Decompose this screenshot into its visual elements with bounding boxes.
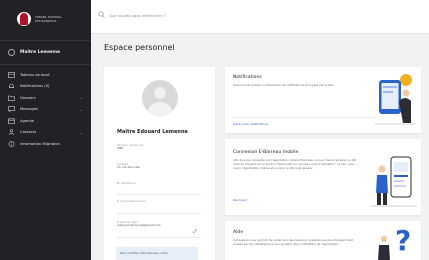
divider bbox=[117, 237, 201, 238]
sidebar-item-label: Information Migration bbox=[20, 141, 60, 146]
mobile-connection-illustration bbox=[371, 156, 417, 207]
search-icon[interactable] bbox=[98, 11, 105, 18]
sidebar-item-label: Contacts bbox=[20, 130, 37, 135]
sidebar-item-information-migration[interactable]: Information Migration bbox=[0, 138, 91, 150]
page-title: Espace personnel bbox=[104, 43, 175, 52]
profile-card: Maître Edouard Lemenne Barreau d'exercic… bbox=[104, 67, 215, 260]
avatar[interactable] bbox=[142, 80, 178, 116]
sidebar-item-dashboard[interactable]: Tableau de bord bbox=[0, 69, 91, 81]
message-icon bbox=[8, 106, 15, 113]
user-status-icon bbox=[8, 49, 15, 56]
info-icon bbox=[8, 140, 15, 147]
logo-mark-icon bbox=[17, 12, 31, 28]
field-barreau: Barreau d'exercice CNB bbox=[117, 143, 143, 151]
sidebar-item-messages[interactable]: Messages ⌄ bbox=[0, 104, 91, 116]
card-notifications: Notifications Vous pouvez activer ou dés… bbox=[225, 67, 421, 133]
card-title: Connexion E-Barreau mobile bbox=[233, 150, 299, 155]
chevron-down-icon: ⌄ bbox=[79, 106, 83, 112]
card-help: Aide Cet espace vous permet d'accéder au… bbox=[225, 221, 421, 260]
profile-name: Maître Edouard Lemenne bbox=[117, 129, 188, 135]
card-desc: Vous pouvez activer ou désactiver les no… bbox=[233, 83, 335, 87]
card-mobile-connection: Connexion E-Barreau mobile Afin de vous … bbox=[225, 139, 421, 215]
top-bar bbox=[91, 0, 429, 34]
info-box: Pour modifier votre barreau, votre bbox=[116, 247, 198, 260]
divider bbox=[233, 117, 375, 118]
field-email-login: E-mail de login edouard.lemenne@gmail.co… bbox=[117, 220, 161, 228]
bell-icon bbox=[8, 83, 15, 89]
dashboard-icon bbox=[8, 71, 15, 78]
sidebar-item-label: Notifications (0) bbox=[20, 84, 50, 89]
field-label: E-mail professionnel bbox=[117, 199, 146, 203]
calendar-icon bbox=[8, 117, 15, 124]
sidebar-item-notifications[interactable]: Notifications (0) bbox=[0, 81, 91, 93]
notifications-illustration bbox=[375, 74, 415, 125]
sidebar-item-label: Messages bbox=[20, 107, 39, 112]
card-title: Notifications bbox=[233, 75, 262, 80]
field-value: 15 rue des Lilas bbox=[117, 165, 140, 170]
card-desc: Cet espace vous permet d'accéder aux rép… bbox=[233, 238, 354, 246]
sidebar-nav: Tableau de bord Notifications (0) Dossie… bbox=[0, 69, 91, 150]
sidebar-user[interactable]: Maître Lemenne bbox=[0, 40, 91, 65]
sidebar-item-agenda[interactable]: Agenda bbox=[0, 115, 91, 127]
sidebar-item-label: Tableau de bord bbox=[20, 72, 50, 77]
info-box-text: Pour modifier votre barreau, votre bbox=[120, 251, 168, 255]
card-desc: Afin de vous connecter sur l'application… bbox=[233, 158, 356, 170]
folder-icon bbox=[8, 95, 15, 101]
field-value: CNB bbox=[117, 146, 124, 151]
field-email-pro: E-mail professionnel bbox=[117, 199, 146, 203]
sidebar-item-label: Agenda bbox=[20, 118, 35, 123]
chevron-down-icon: ⌄ bbox=[79, 95, 83, 100]
logo[interactable]: CONSEIL NATIONAL DES BARREAUX bbox=[0, 0, 91, 40]
chevron-down-icon: ⌄ bbox=[79, 129, 83, 135]
svg-text:?: ? bbox=[395, 225, 411, 257]
contacts-icon bbox=[8, 129, 15, 136]
card-title: Aide bbox=[233, 230, 244, 235]
field-value: edouard.lemenne@gmail.com bbox=[117, 223, 161, 228]
divider bbox=[117, 194, 201, 195]
field-telephone: N° téléphone bbox=[117, 181, 136, 185]
sidebar-item-label: Dossiers bbox=[20, 95, 36, 100]
sidebar-user-name: Maître Lemenne bbox=[20, 50, 61, 55]
sidebar: CONSEIL NATIONAL DES BARREAUX Maître Lem… bbox=[0, 0, 91, 260]
field-adresse: Adresse 15 rue des Lilas bbox=[117, 162, 140, 170]
sidebar-item-contacts[interactable]: Contacts ⌄ bbox=[0, 127, 91, 139]
divider bbox=[117, 213, 201, 214]
logo-line-2: DES BARREAUX bbox=[35, 20, 57, 23]
sidebar-item-dossiers[interactable]: Dossiers ⌄ bbox=[0, 92, 91, 104]
discover-link[interactable]: Découvrir bbox=[233, 198, 248, 202]
logo-text: CONSEIL NATIONAL DES BARREAUX bbox=[35, 16, 62, 24]
search-input[interactable] bbox=[109, 10, 309, 20]
help-illustration: ? bbox=[378, 225, 411, 260]
edit-pencil-icon[interactable] bbox=[192, 228, 198, 234]
manage-notifications-link[interactable]: Gérer mes notifications bbox=[233, 122, 268, 126]
field-label: N° téléphone bbox=[117, 181, 136, 185]
